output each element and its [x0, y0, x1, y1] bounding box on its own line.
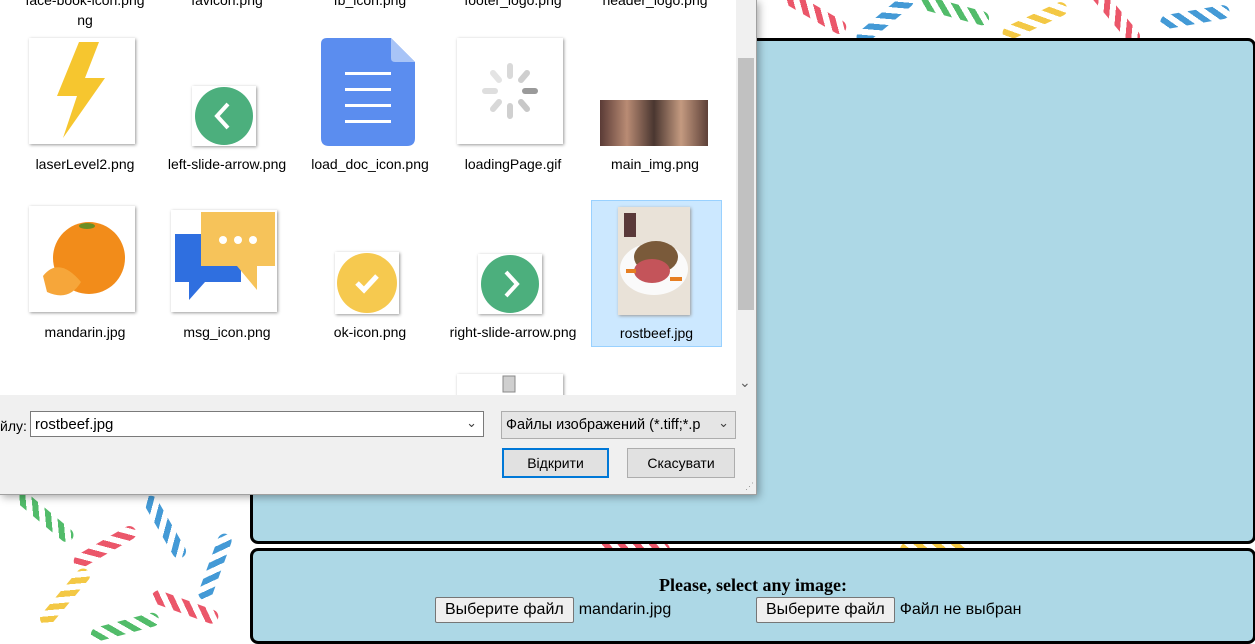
cancel-button[interactable]: Скасувати: [627, 448, 735, 478]
choose-file-button[interactable]: Выберите файл: [756, 597, 895, 623]
checkmark-icon: [335, 252, 399, 314]
file-item-laserlevel2[interactable]: laserLevel2.png: [20, 38, 150, 198]
right-arrow-icon: [478, 254, 542, 314]
file-item-main-img[interactable]: main_img.png: [590, 38, 720, 198]
photo-thumbnail: [600, 100, 708, 146]
file-item[interactable]: fb_icon.png: [305, 0, 435, 10]
mandarin-thumbnail: [29, 206, 135, 312]
file-item-rostbeef[interactable]: rostbeef.jpg: [591, 200, 722, 347]
filename-label: йлу:: [0, 418, 27, 434]
left-arrow-icon: [192, 86, 256, 146]
file-item-loadingpage[interactable]: loadingPage.gif: [448, 38, 578, 198]
select-prompt: Please, select any image:: [659, 575, 847, 595]
scrollbar-thumb[interactable]: [738, 58, 754, 310]
resize-grip-icon[interactable]: ⋰: [745, 481, 754, 492]
file-status: Файл не выбран: [899, 601, 1022, 618]
lightning-icon: [29, 38, 135, 144]
file-list[interactable]: face-book-icon.png ng favicon.png fb_icon…: [0, 0, 736, 395]
file-item[interactable]: footer_logo.png: [448, 0, 578, 10]
file-input-1[interactable]: Выберите файл mandarin.jpg: [435, 597, 671, 623]
file-item-right-slide-arrow[interactable]: right-slide-arrow.png: [448, 206, 578, 366]
scroll-down-arrow-icon[interactable]: ⌄: [739, 374, 751, 391]
file-item[interactable]: header_logo.png: [590, 0, 720, 10]
choose-file-button[interactable]: Выберите файл: [435, 597, 574, 623]
chevron-down-icon[interactable]: ⌄: [466, 415, 477, 431]
open-file-dialog: face-book-icon.png ng favicon.png fb_icon…: [0, 0, 757, 495]
file-item-ok-icon[interactable]: ok-icon.png: [305, 206, 435, 366]
file-input-2[interactable]: Выберите файл Файл не выбран: [756, 597, 1021, 623]
file-type-filter[interactable]: Файлы изображений (*.tiff;*.p ⌄: [501, 411, 736, 439]
file-item-load-doc-icon[interactable]: load_doc_icon.png: [305, 38, 435, 198]
document-icon: [321, 38, 415, 146]
file-thumbnail-partial[interactable]: [457, 374, 563, 395]
chevron-down-icon[interactable]: ⌄: [716, 415, 729, 431]
file-list-scrollbar[interactable]: ⌄: [736, 0, 756, 395]
file-item[interactable]: face-book-icon.png ng: [20, 0, 150, 30]
open-button[interactable]: Відкрити: [502, 448, 609, 478]
loading-spinner-icon: [457, 38, 563, 144]
file-status: mandarin.jpg: [578, 601, 672, 618]
roast-beef-thumbnail: [618, 207, 690, 315]
image-select-panel: Please, select any image: Выберите файл …: [250, 548, 1255, 644]
file-item[interactable]: favicon.png: [162, 0, 292, 10]
file-item-left-slide-arrow[interactable]: left-slide-arrow.png: [162, 38, 292, 198]
file-item-msg-icon[interactable]: msg_icon.png: [162, 206, 292, 366]
chat-bubbles-icon: [171, 210, 277, 312]
file-item-mandarin[interactable]: mandarin.jpg: [20, 206, 150, 366]
filename-input[interactable]: rostbeef.jpg ⌄: [30, 411, 484, 437]
